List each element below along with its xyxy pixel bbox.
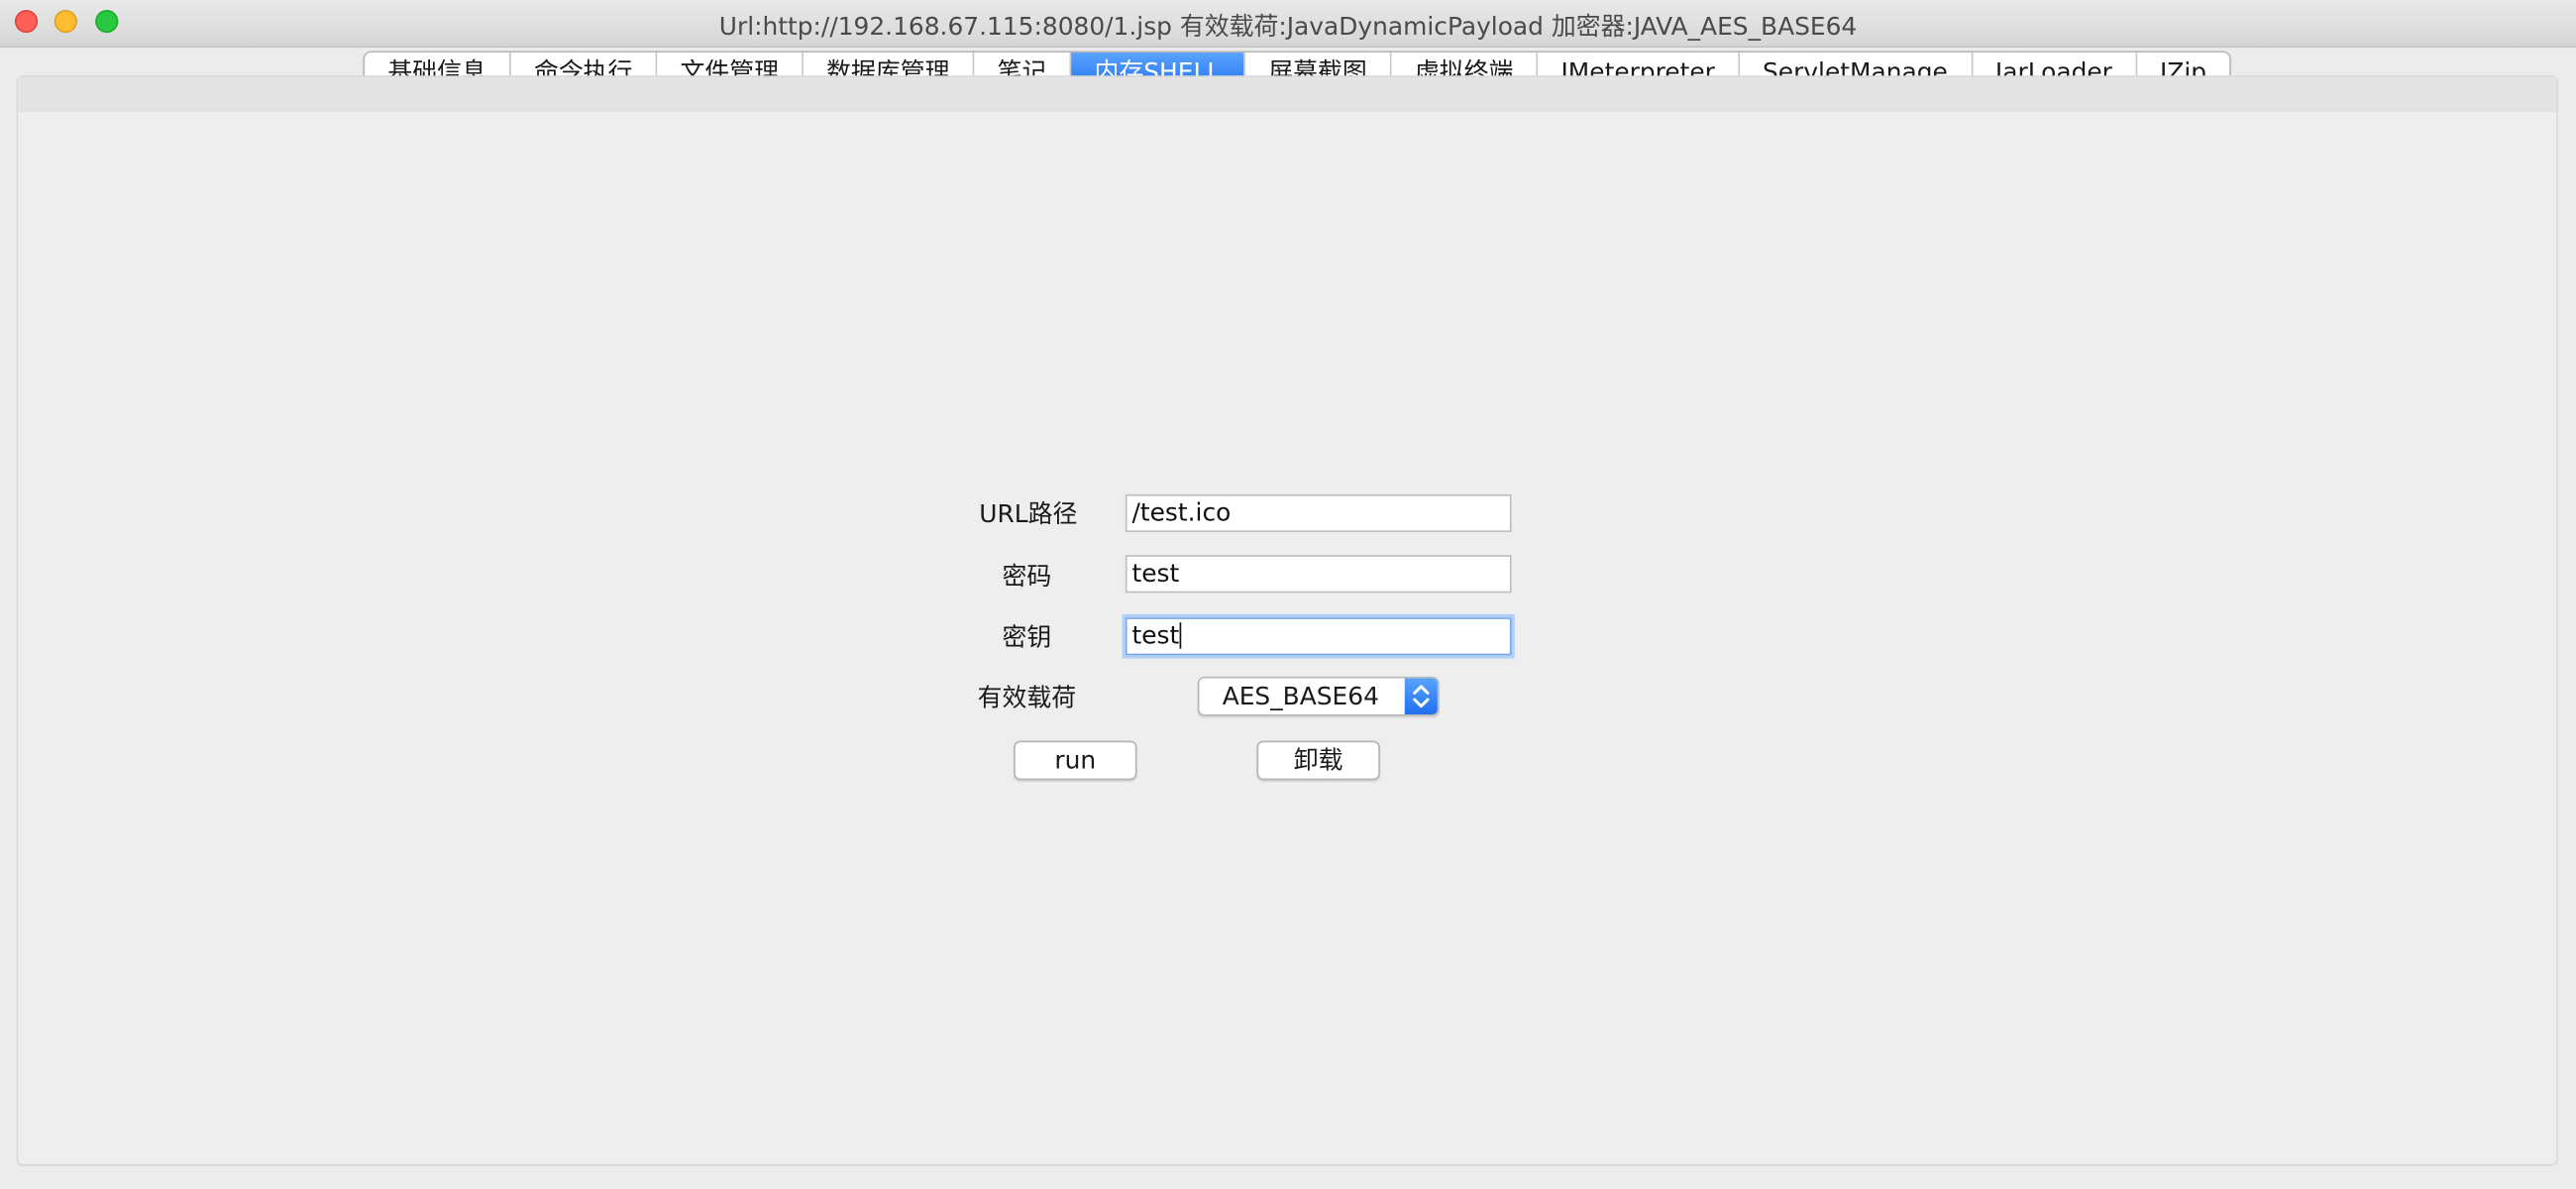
title-bar[interactable]: Url:http://192.168.67.115:8080/1.jsp 有效载… [0,0,2576,49]
key-input-value: test [1131,620,1180,651]
key-label: 密钥 [1002,622,1052,653]
key-input[interactable]: test [1125,617,1512,656]
payload-selected-value: AES_BASE64 [1222,681,1379,711]
app-window: Url:http://192.168.67.115:8080/1.jsp 有效载… [0,0,2576,1189]
run-button[interactable]: run [1014,740,1137,781]
text-caret [1179,622,1181,649]
password-input[interactable]: test [1125,555,1512,594]
uninstall-button[interactable]: 卸载 [1256,740,1380,781]
payload-select[interactable]: AES_BASE64 [1197,676,1440,716]
payload-label: 有效载荷 [977,683,1077,713]
panel-header-strip [18,76,2557,112]
url-path-label: URL路径 [979,498,1078,529]
url-path-input[interactable]: /test.ico [1125,493,1512,533]
updown-chevron-icon[interactable] [1404,678,1438,715]
password-label: 密码 [1002,561,1052,592]
window-title: Url:http://192.168.67.115:8080/1.jsp 有效载… [718,11,1858,42]
